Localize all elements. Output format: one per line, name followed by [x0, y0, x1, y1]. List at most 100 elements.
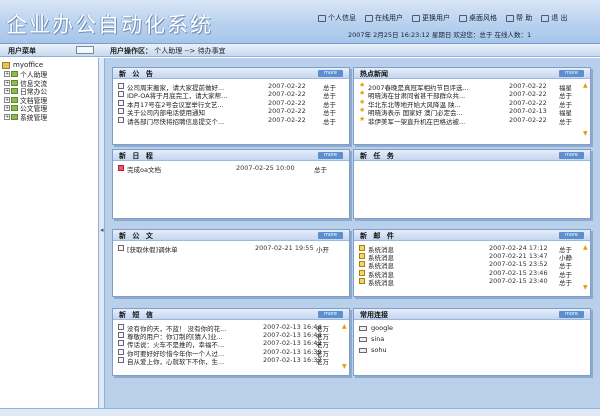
scroll-down-icon[interactable]: ▼: [583, 130, 588, 137]
scroll-up-icon[interactable]: ▲: [583, 244, 588, 251]
tree-root[interactable]: myoffice: [2, 61, 43, 69]
panel-title: 新 邮 件: [360, 232, 396, 240]
notice-row-date: 2007-02-22: [268, 90, 306, 99]
notice-row[interactable]: 请各部门尽快将招聘信息提交个... 2007-02-22 总于: [118, 116, 343, 126]
toolbar-strip: 用户菜单 用户操作区： 个人助理 --> 待办事宜: [0, 44, 600, 57]
topnav-exit[interactable]: 退 出: [541, 13, 567, 23]
notice-row[interactable]: 关于公司内部电话使用通知 2007-02-22 总于: [118, 107, 343, 117]
news-row-date: 2007-02-22: [509, 82, 547, 90]
expand-icon[interactable]: +: [4, 88, 10, 95]
sms-row[interactable]: 你可要好好珍惜今年你一个人过... 2007-02-13 16:39 老万: [118, 348, 343, 358]
doc-row-date: 2007-02-21 19:55: [255, 244, 314, 252]
mail-row-title[interactable]: 系统消息: [368, 277, 468, 287]
news-row[interactable]: ★ 华北东北等地开始大风降温 陕... 2007-02-22 总于: [359, 97, 584, 109]
scroll-up-icon[interactable]: ▲: [342, 323, 347, 330]
more-button[interactable]: more: [559, 232, 584, 239]
sms-row[interactable]: 没有你的天，不蓝！ 没有你的花... 2007-02-13 16:44 老万: [118, 323, 343, 333]
breadcrumb: 用户操作区： 个人助理 --> 待办事宜: [110, 47, 226, 55]
status-line: 2007年 2月25日 16:23:12 星期日 欢迎您：总于 在线人数：1: [348, 31, 532, 39]
news-row[interactable]: ★ 明晓涛在甘肃同省甚干部群众共... 2007-02-22 总于: [359, 89, 584, 100]
expand-icon[interactable]: +: [4, 71, 10, 78]
notice-row-title[interactable]: 请各部门尽快将招聘信息提交个...: [127, 116, 245, 126]
panel-title: 新 公 文: [119, 232, 155, 240]
envelope-icon: [359, 269, 365, 276]
menu-toggle-button[interactable]: [76, 46, 94, 54]
mail-row[interactable]: 系统消息 2007-02-15 23:46 总于: [359, 269, 584, 279]
news-row-user: 总于: [559, 117, 572, 126]
sms-row[interactable]: 自从爱上你，心就软下不你，生... 2007-02-13 16:37 老万: [118, 356, 343, 366]
sms-row-user: 老万: [316, 357, 329, 366]
notice-row[interactable]: IDP-OA将于月底完工，请大家帮... 2007-02-22 总于: [118, 90, 343, 100]
schedule-row-title[interactable]: 完成oa文档: [127, 164, 227, 174]
topnav-online-users[interactable]: 在线用户: [365, 13, 403, 23]
envelope-icon: [359, 277, 365, 284]
scroll-down-icon[interactable]: ▼: [583, 284, 588, 291]
mail-row[interactable]: 系统消息 2007-02-24 17:12 总于: [359, 244, 584, 254]
more-button[interactable]: more: [318, 311, 343, 318]
sms-row-date: 2007-02-13 16:44: [263, 323, 322, 331]
link-label[interactable]: google: [371, 324, 393, 332]
news-row[interactable]: ★ 菲伊美军一架直升机在巴格达被... 2007-02-22 总于: [359, 115, 584, 126]
panel-title: 常用连接: [360, 311, 388, 319]
notice-row[interactable]: 公司周末搬家，请大家提前做好... 2007-02-22 总于: [118, 82, 343, 92]
more-button[interactable]: more: [318, 232, 343, 239]
folder-icon: [11, 113, 18, 120]
schedule-row[interactable]: 完成oa文档 2007-02-25 10:00 总于: [118, 164, 343, 174]
schedule-row-date: 2007-02-25 10:00: [236, 164, 295, 172]
more-button[interactable]: more: [559, 311, 584, 318]
scroll-up-icon[interactable]: ▲: [583, 82, 588, 89]
topnav-switch-user[interactable]: 更换用户: [412, 13, 450, 23]
envelope-icon: [359, 245, 365, 251]
more-button[interactable]: more: [318, 152, 343, 159]
home-folder-icon: [2, 61, 10, 69]
mail-row[interactable]: 系统消息 2007-02-15 23:52 总于: [359, 260, 584, 270]
mail-row-date: 2007-02-15 23:52: [489, 260, 548, 269]
sms-row[interactable]: 传话说：火车不是推的，幸福不... 2007-02-13 16:42 老万: [118, 339, 343, 349]
document-icon: [118, 245, 124, 251]
sms-row[interactable]: 尊敬的用户：你订制的[猜人]业... 2007-02-13 16:44 老万: [118, 331, 343, 341]
collapse-arrow-icon[interactable]: ◂: [100, 226, 104, 234]
message-icon: [118, 324, 124, 330]
notice-row-user: 总于: [323, 117, 336, 126]
doc-row-title[interactable]: [获取休假]调休单: [127, 244, 227, 254]
topnav-personal-info[interactable]: 个人信息: [318, 13, 356, 23]
link-label[interactable]: sohu: [371, 346, 387, 354]
message-icon: [118, 340, 124, 347]
news-row-date: 2007-02-22: [509, 115, 547, 124]
link-item[interactable]: sohu: [359, 345, 387, 355]
link-item[interactable]: google: [359, 323, 393, 333]
mail-row[interactable]: 系统消息 2007-02-21 13:47 小静: [359, 252, 584, 262]
link-item[interactable]: sina: [359, 334, 384, 344]
panel-title: 新 任 务: [360, 152, 396, 160]
panel-official-doc: 新 公 文 more [获取休假]调休单 2007-02-21 19:55 小开: [112, 229, 350, 297]
sidebar-item-system-mgmt[interactable]: + 系统管理: [4, 113, 47, 122]
star-icon: ★: [359, 97, 366, 106]
topnav-help[interactable]: 帮 助: [506, 13, 532, 23]
expand-icon[interactable]: +: [4, 96, 10, 103]
link-label[interactable]: sina: [371, 335, 384, 343]
document-icon: [118, 116, 124, 123]
panel-schedule: 新 日 程 more 完成oa文档 2007-02-25 10:00 总于: [112, 149, 350, 219]
mail-row-date: 2007-02-21 13:47: [489, 252, 548, 261]
mail-row[interactable]: 系统消息 2007-02-15 23:40 总于: [359, 277, 584, 287]
news-row-title[interactable]: 菲伊美军一架直升机在巴格达被...: [368, 116, 488, 126]
mail-row-date: 2007-02-24 17:12: [489, 244, 548, 252]
expand-icon[interactable]: +: [4, 113, 10, 120]
more-button[interactable]: more: [318, 70, 343, 77]
users-icon: [365, 14, 373, 22]
doc-row[interactable]: [获取休假]调休单 2007-02-21 19:55 小开: [118, 244, 343, 254]
sms-row-date: 2007-02-13 16:42: [263, 339, 322, 348]
notice-row[interactable]: 本月17号在2号会议室举行文艺... 2007-02-22 总于: [118, 99, 343, 109]
more-button[interactable]: more: [559, 152, 584, 159]
more-button[interactable]: more: [559, 70, 584, 77]
scroll-down-icon[interactable]: ▼: [342, 363, 347, 370]
panel-title: 热点新闻: [360, 70, 388, 78]
news-row[interactable]: ★ 2007春晚是真冠军相约节目评选... 2007-02-22 福星: [359, 81, 584, 92]
sms-row-title[interactable]: 自从爱上你，心就软下不你，生...: [127, 356, 245, 366]
expand-icon[interactable]: +: [4, 105, 10, 112]
expand-icon[interactable]: +: [4, 79, 10, 86]
link-icon: [359, 347, 367, 353]
folder-icon: [11, 96, 18, 103]
topnav-desktop-style[interactable]: 桌面风格: [459, 13, 497, 23]
news-row[interactable]: ★ 明晓涛表示 国家好 澳门必定会... 2007-02-13 福星: [359, 106, 584, 117]
